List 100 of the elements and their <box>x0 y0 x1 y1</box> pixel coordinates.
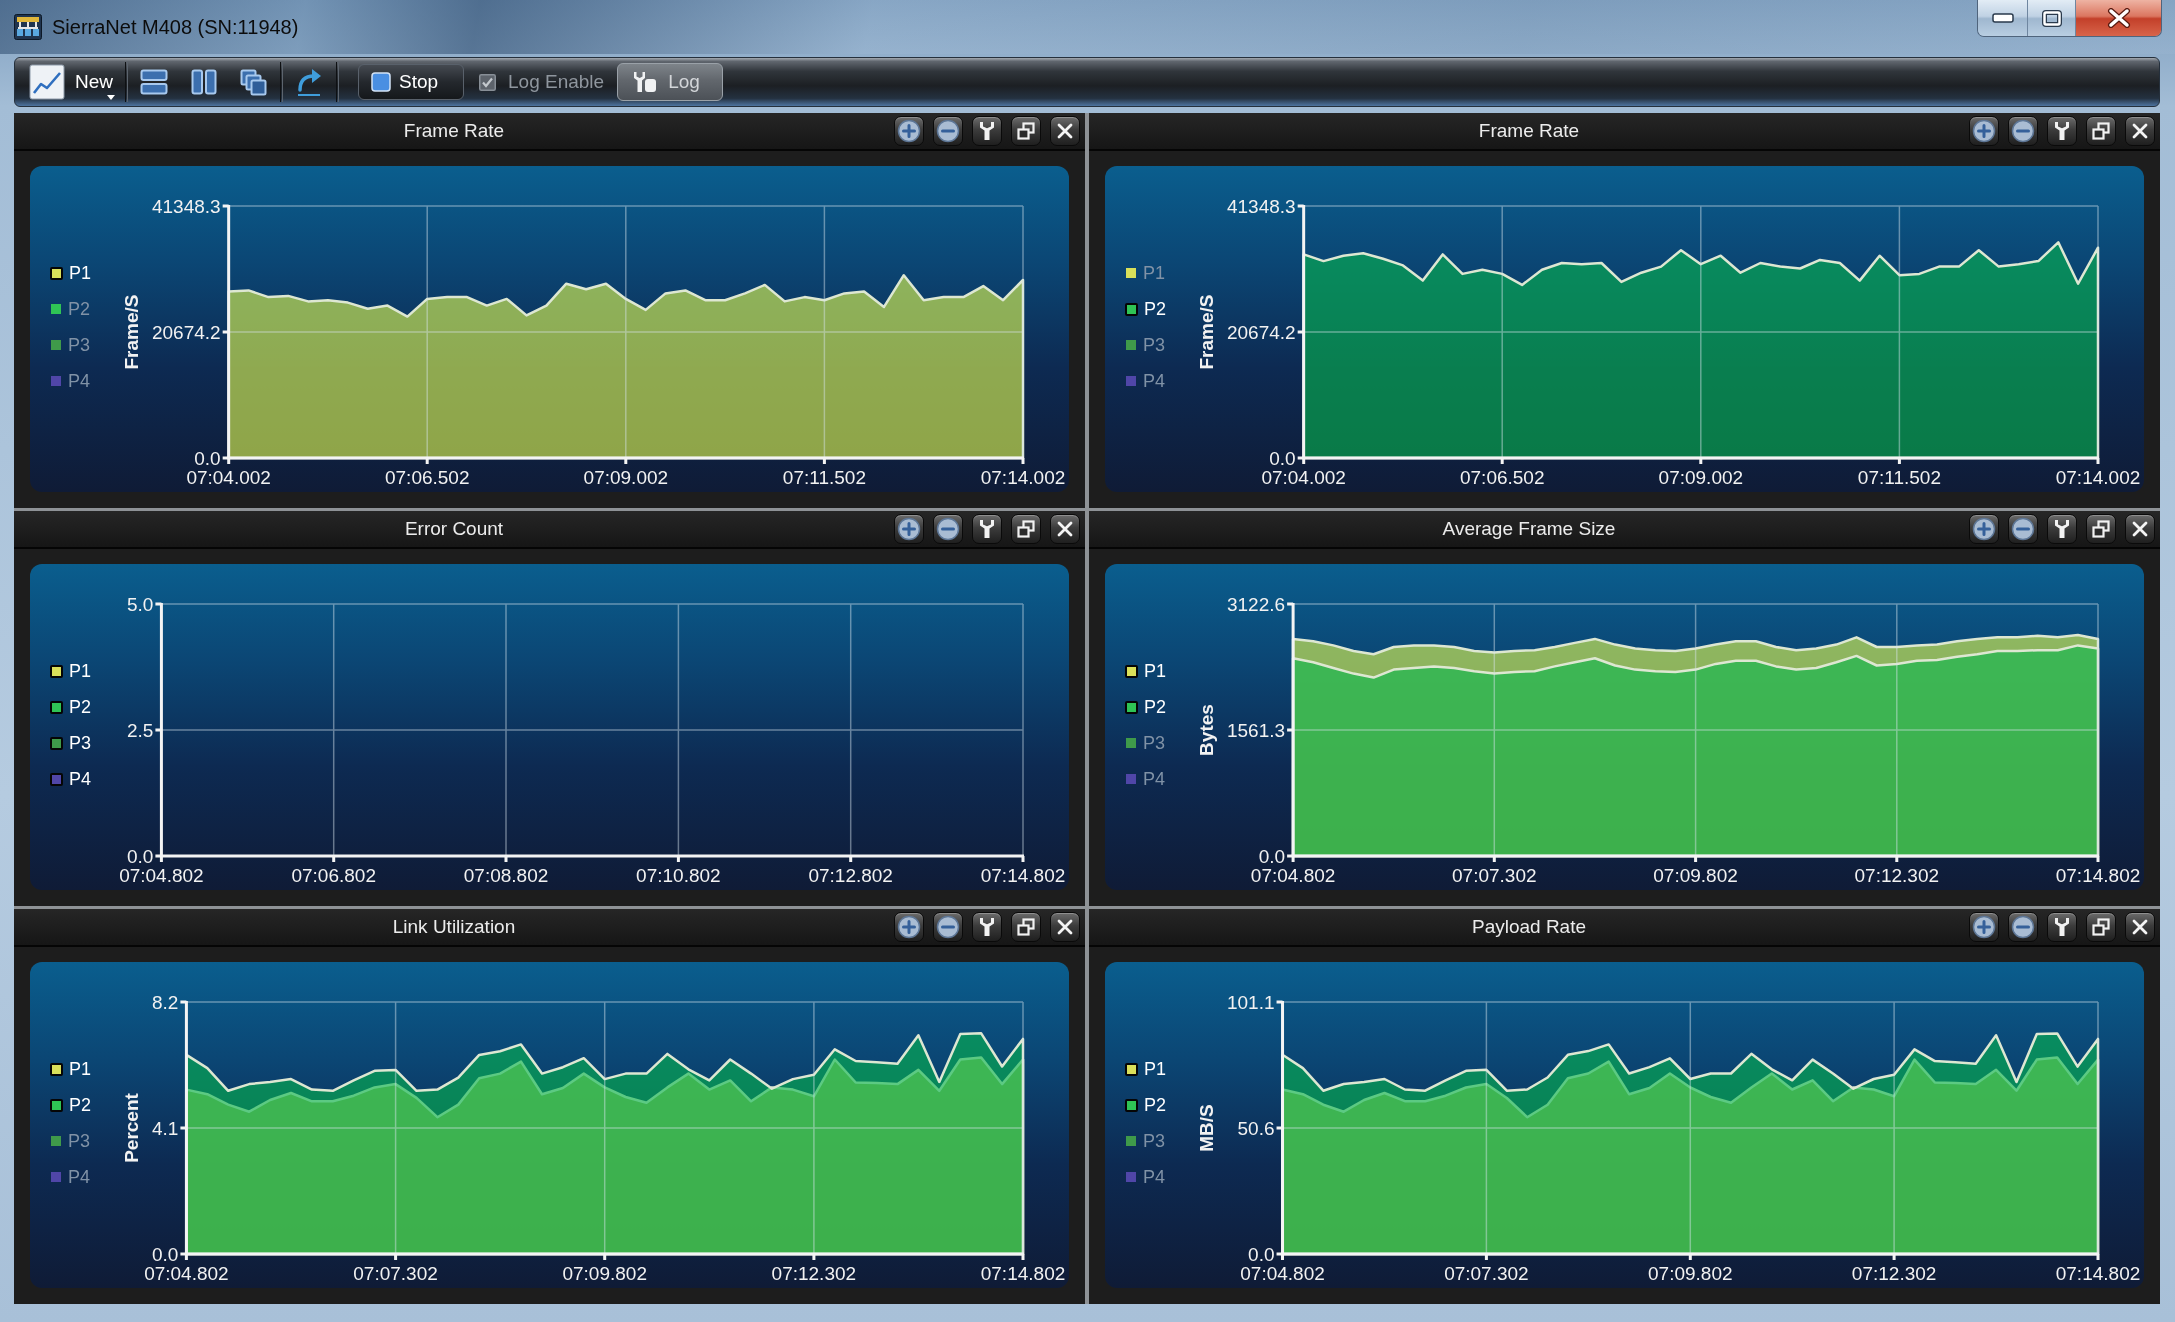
minus-button[interactable] <box>933 514 963 544</box>
legend-item[interactable]: P3 <box>50 1130 91 1152</box>
x-tick-label: 07:04.802 <box>1240 1263 1325 1284</box>
minus-icon <box>2011 915 2035 939</box>
legend-item[interactable]: P3 <box>1125 732 1166 754</box>
legend-item[interactable]: P2 <box>1125 298 1167 320</box>
legend-item[interactable]: P4 <box>1125 768 1166 790</box>
plus-button[interactable] <box>894 912 924 942</box>
close-icon <box>1057 919 1073 935</box>
x-tick-label: 07:14.002 <box>2055 467 2141 488</box>
legend-item[interactable]: P1 <box>50 1058 92 1080</box>
wrench-button[interactable] <box>2047 514 2077 544</box>
minus-icon <box>936 517 960 541</box>
close-button[interactable] <box>1050 514 1080 544</box>
legend-item[interactable]: P3 <box>1125 334 1166 356</box>
plus-button[interactable] <box>1969 514 1999 544</box>
y-axis-title: Percent <box>120 1093 142 1163</box>
minus-button[interactable] <box>2008 116 2038 146</box>
plus-button[interactable] <box>1969 116 1999 146</box>
y-tick-label: 20674.2 <box>1227 322 1296 343</box>
restore-icon <box>2092 918 2110 936</box>
legend-item[interactable]: P2 <box>1125 1094 1167 1116</box>
x-tick-label: 07:09.802 <box>1648 1263 1733 1284</box>
y-tick-label: 41348.3 <box>1227 196 1296 217</box>
window-title: SierraNet M408 (SN:11948) <box>52 15 299 39</box>
legend-item[interactable]: P4 <box>1125 370 1166 392</box>
plus-icon <box>897 119 921 143</box>
app-icon <box>14 14 42 40</box>
restore-button[interactable] <box>1011 912 1041 942</box>
stop-button[interactable]: Stop <box>358 64 464 100</box>
minus-button[interactable] <box>2008 912 2038 942</box>
legend-item[interactable]: P3 <box>1125 1130 1166 1152</box>
panel-title: Average Frame Size <box>1442 518 1616 540</box>
legend-item[interactable]: P4 <box>50 768 92 790</box>
wrench-button[interactable] <box>2047 912 2077 942</box>
wrench-icon <box>2053 519 2071 539</box>
minus-icon <box>936 915 960 939</box>
x-tick-label: 07:07.302 <box>1452 865 1537 886</box>
y-tick-label: 0.0 <box>1269 448 1296 469</box>
wrench-button[interactable] <box>2047 116 2077 146</box>
legend-item[interactable]: P4 <box>1125 1166 1166 1188</box>
legend-item[interactable]: P3 <box>50 732 92 754</box>
x-tick-label: 07:14.802 <box>980 1263 1066 1284</box>
restore-button[interactable] <box>1011 514 1041 544</box>
x-tick-label: 07:12.302 <box>1854 865 1940 886</box>
legend-item[interactable]: P2 <box>50 696 92 718</box>
legend-item[interactable]: P1 <box>50 660 92 682</box>
maximize-icon <box>2041 9 2062 27</box>
restore-button[interactable] <box>2086 514 2116 544</box>
wrench-button[interactable] <box>972 514 1002 544</box>
close-button[interactable] <box>2076 0 2161 36</box>
legend-item[interactable]: P2 <box>50 298 91 320</box>
plus-icon <box>897 915 921 939</box>
overlapping-windows-icon <box>240 68 267 96</box>
line-chart-icon <box>29 64 65 100</box>
x-tick-label: 07:14.802 <box>2055 1263 2141 1284</box>
legend-item[interactable]: P1 <box>50 262 92 284</box>
close-button[interactable] <box>2125 116 2155 146</box>
legend-item[interactable]: P4 <box>50 1166 91 1188</box>
plus-button[interactable] <box>1969 912 1999 942</box>
wrench-button[interactable] <box>972 912 1002 942</box>
y-tick-label: 101.1 <box>1227 992 1275 1013</box>
wrench-button[interactable] <box>972 116 1002 146</box>
maximize-button[interactable] <box>2028 0 2076 36</box>
legend-item[interactable]: P4 <box>50 370 91 392</box>
restore-icon <box>1017 520 1035 538</box>
legend-item[interactable]: P3 <box>50 334 91 356</box>
close-button[interactable] <box>1050 912 1080 942</box>
plus-icon <box>897 517 921 541</box>
new-button[interactable]: New <box>29 60 115 104</box>
plus-icon <box>1972 517 1996 541</box>
restore-button[interactable] <box>2086 912 2116 942</box>
stacked-rows-icon <box>140 69 168 95</box>
close-button[interactable] <box>2125 514 2155 544</box>
plus-icon <box>1972 119 1996 143</box>
y-tick-label: 0.0 <box>1258 846 1286 867</box>
panel-title: Link Utilization <box>392 916 516 938</box>
minus-button[interactable] <box>933 912 963 942</box>
x-tick-label: 07:07.302 <box>1444 1263 1529 1284</box>
minimize-icon <box>1991 13 2014 23</box>
legend-item[interactable]: P1 <box>1125 1058 1167 1080</box>
minus-button[interactable] <box>933 116 963 146</box>
x-tick-label: 07:06.502 <box>385 467 470 488</box>
close-button[interactable] <box>2125 912 2155 942</box>
legend-item[interactable]: P2 <box>50 1094 92 1116</box>
plus-button[interactable] <box>894 514 924 544</box>
legend-item[interactable]: P1 <box>1125 660 1167 682</box>
y-tick-label: 4.1 <box>152 1118 179 1139</box>
restore-button[interactable] <box>2086 116 2116 146</box>
legend-item[interactable]: P2 <box>1125 696 1167 718</box>
plus-button[interactable] <box>894 116 924 146</box>
minimize-button[interactable] <box>1978 0 2028 36</box>
close-button[interactable] <box>1050 116 1080 146</box>
y-axis-title: Frame/S <box>1195 294 1217 370</box>
wrench-icon <box>2053 917 2071 937</box>
x-tick-label: 07:14.802 <box>2055 865 2141 886</box>
restore-icon <box>2092 122 2110 140</box>
restore-button[interactable] <box>1011 116 1041 146</box>
minus-button[interactable] <box>2008 514 2038 544</box>
x-tick-label: 07:04.002 <box>186 467 271 488</box>
